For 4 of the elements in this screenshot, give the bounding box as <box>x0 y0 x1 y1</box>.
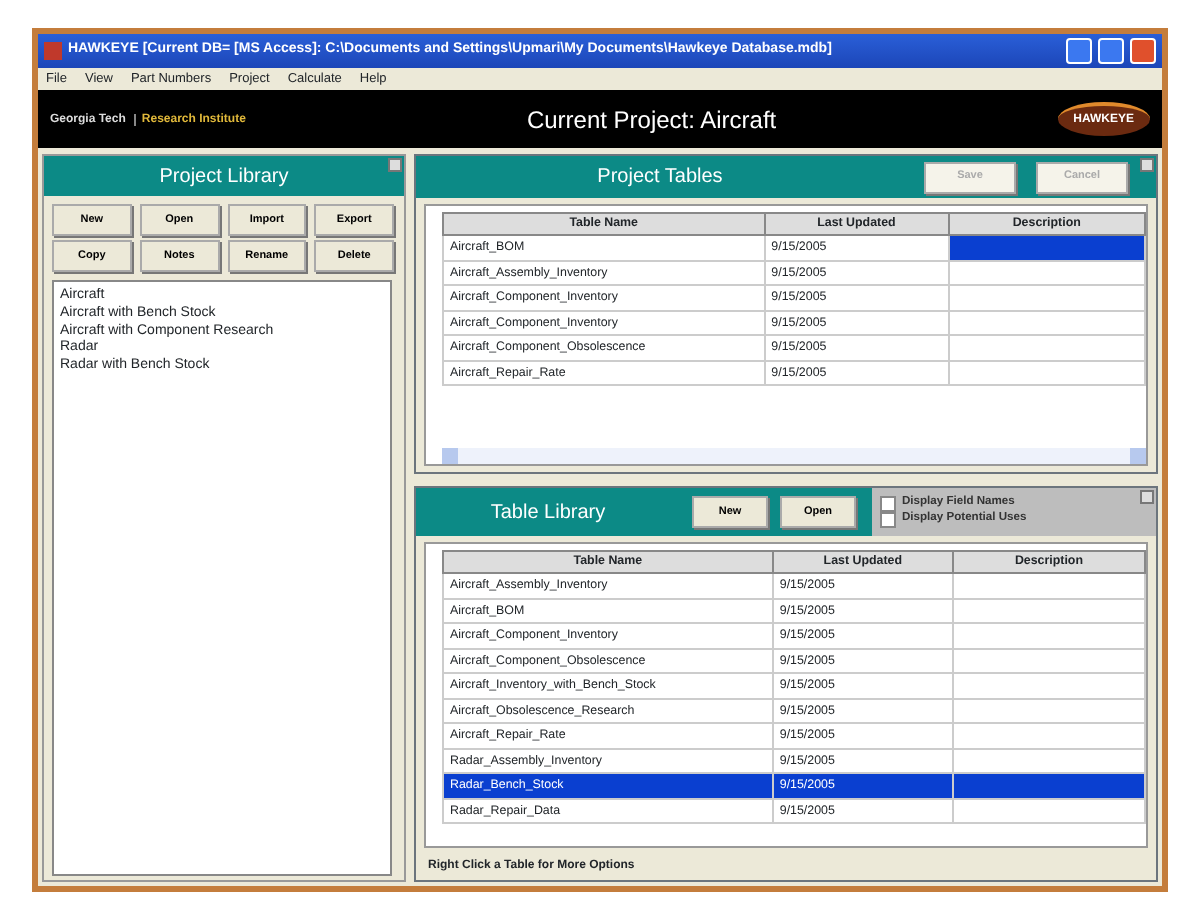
panel-title: Project Tables <box>595 164 725 192</box>
current-project: Current Project: Aircraft <box>524 103 779 137</box>
panel-title: Project Library <box>159 163 289 191</box>
panel-title: Table Library <box>488 499 608 527</box>
